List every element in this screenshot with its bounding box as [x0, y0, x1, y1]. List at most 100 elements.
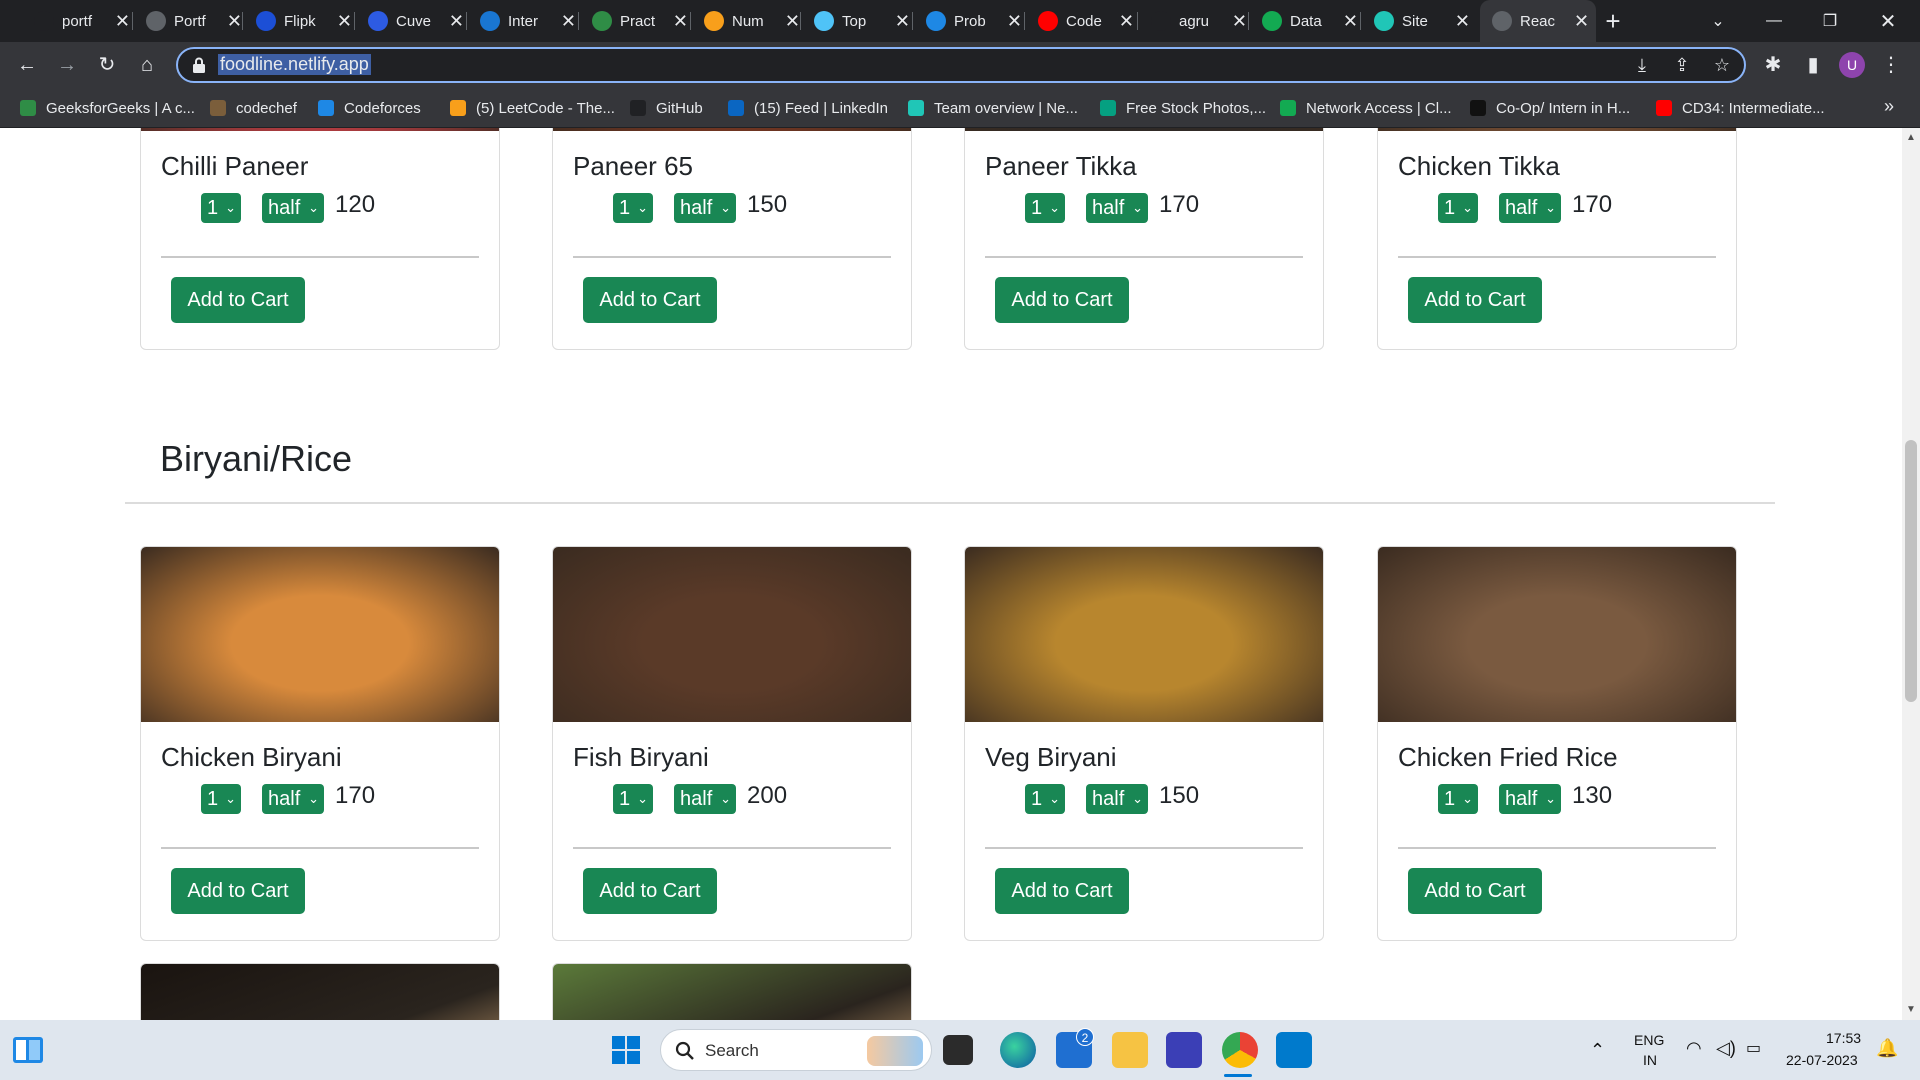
menu-icon[interactable]: ⋮ [1876, 50, 1906, 80]
file-explorer-icon[interactable] [1112, 1032, 1148, 1068]
browser-tab[interactable]: Flipk ✕ [244, 0, 352, 42]
browser-tab[interactable]: Data ✕ [1250, 0, 1358, 42]
quantity-select[interactable]: 1 ⌄ [1025, 193, 1065, 223]
quantity-select[interactable]: 1 ⌄ [613, 193, 653, 223]
volume-icon[interactable]: ◁) [1716, 1038, 1736, 1059]
quantity-select[interactable]: 1 ⌄ [1438, 193, 1478, 223]
profile-avatar[interactable]: U [1839, 52, 1865, 78]
add-to-cart-button[interactable]: Add to Cart [1408, 868, 1542, 914]
edge-icon[interactable] [1000, 1032, 1036, 1068]
notification-icon[interactable]: 🔔 [1876, 1038, 1898, 1059]
close-window-button[interactable]: ✕ [1860, 0, 1916, 42]
size-select[interactable]: half ⌄ [674, 193, 736, 223]
scrollbar-thumb[interactable] [1905, 440, 1917, 702]
browser-tab[interactable]: Code ✕ [1026, 0, 1134, 42]
quantity-select[interactable]: 1 ⌄ [201, 784, 241, 814]
bookmark-item[interactable]: codechef [210, 96, 297, 120]
chrome-icon[interactable] [1222, 1032, 1258, 1068]
new-tab-button[interactable]: + [1598, 6, 1628, 36]
size-select[interactable]: half ⌄ [262, 193, 324, 223]
bookmark-item[interactable]: (15) Feed | LinkedIn [728, 96, 888, 120]
powerautomate-icon[interactable] [1166, 1032, 1202, 1068]
close-tab-icon[interactable]: ✕ [227, 11, 242, 32]
start-icon[interactable] [612, 1036, 640, 1064]
language-bottom[interactable]: IN [1643, 1052, 1657, 1068]
battery-icon[interactable]: ▭ [1746, 1038, 1761, 1058]
quantity-select[interactable]: 1 ⌄ [613, 784, 653, 814]
page-scrollbar[interactable]: ▲ ▼ [1902, 128, 1920, 1020]
close-tab-icon[interactable]: ✕ [785, 11, 800, 32]
add-to-cart-button[interactable]: Add to Cart [1408, 277, 1542, 323]
close-tab-icon[interactable]: ✕ [895, 11, 910, 32]
close-tab-icon[interactable]: ✕ [449, 11, 464, 32]
size-select[interactable]: half ⌄ [1499, 784, 1561, 814]
install-app-icon[interactable]: ⤓ [1630, 55, 1654, 79]
reload-button[interactable]: ↻ [92, 50, 122, 80]
browser-tab[interactable]: Site ✕ [1362, 0, 1470, 42]
quantity-select[interactable]: 1 ⌄ [1025, 784, 1065, 814]
quantity-select[interactable]: 1 ⌄ [1438, 784, 1478, 814]
clock-time[interactable]: 17:53 [1826, 1030, 1861, 1046]
url-text[interactable]: foodline.netlify.app [218, 54, 371, 75]
add-to-cart-button[interactable]: Add to Cart [995, 277, 1129, 323]
tray-overflow-icon[interactable]: ⌃ [1590, 1040, 1605, 1061]
home-button[interactable]: ⌂ [132, 50, 162, 80]
close-tab-icon[interactable]: ✕ [115, 11, 130, 32]
forward-button[interactable]: → [52, 50, 82, 80]
bookmark-item[interactable]: Free Stock Photos,... [1100, 96, 1266, 120]
browser-tab[interactable]: Pract ✕ [580, 0, 688, 42]
lock-icon[interactable] [192, 57, 206, 73]
tab-search-button[interactable]: ⌄ [1690, 0, 1746, 42]
minimize-button[interactable]: — [1746, 0, 1802, 42]
bookmark-item[interactable]: GitHub [630, 96, 703, 120]
add-to-cart-button[interactable]: Add to Cart [995, 868, 1129, 914]
size-select[interactable]: half ⌄ [1086, 784, 1148, 814]
close-tab-icon[interactable]: ✕ [1007, 11, 1022, 32]
back-button[interactable]: ← [12, 50, 42, 80]
browser-tab[interactable]: Cuve ✕ [356, 0, 464, 42]
share-icon[interactable]: ⇪ [1670, 55, 1694, 79]
task-view-icon[interactable] [943, 1035, 973, 1065]
widgets-icon[interactable] [12, 1036, 44, 1064]
side-panel-icon[interactable]: ▮ [1798, 50, 1828, 80]
close-tab-icon[interactable]: ✕ [1574, 11, 1589, 32]
bookmark-item[interactable]: GeeksforGeeks | A c... [20, 96, 195, 120]
browser-tab[interactable]: Portf ✕ [134, 0, 242, 42]
restore-button[interactable]: ❐ [1802, 0, 1858, 42]
language-top[interactable]: ENG [1634, 1032, 1664, 1048]
close-tab-icon[interactable]: ✕ [673, 11, 688, 32]
extensions-icon[interactable]: ✱ [1758, 50, 1788, 80]
add-to-cart-button[interactable]: Add to Cart [171, 868, 305, 914]
bookmark-star-icon[interactable]: ☆ [1710, 55, 1734, 79]
close-tab-icon[interactable]: ✕ [1455, 11, 1470, 32]
close-tab-icon[interactable]: ✕ [1119, 11, 1134, 32]
close-tab-icon[interactable]: ✕ [1232, 11, 1247, 32]
browser-tab[interactable]: Top ✕ [802, 0, 910, 42]
browser-tab[interactable]: agru ✕ [1139, 0, 1247, 42]
clock-date[interactable]: 22-07-2023 [1786, 1052, 1858, 1068]
bookmark-item[interactable]: Co-Op/ Intern in H... [1470, 96, 1630, 120]
size-select[interactable]: half ⌄ [1499, 193, 1561, 223]
bookmark-item[interactable]: Codeforces [318, 96, 421, 120]
browser-tab[interactable]: portf ✕ [22, 0, 130, 42]
taskbar-search[interactable]: Search [660, 1029, 932, 1071]
close-tab-icon[interactable]: ✕ [561, 11, 576, 32]
bookmark-item[interactable]: (5) LeetCode - The... [450, 96, 615, 120]
wifi-icon[interactable]: ◠ [1686, 1038, 1702, 1059]
vscode-icon[interactable] [1276, 1032, 1312, 1068]
browser-tab[interactable]: Num ✕ [692, 0, 800, 42]
size-select[interactable]: half ⌄ [674, 784, 736, 814]
address-bar[interactable]: foodline.netlify.app ⤓ ⇪ ☆ [176, 47, 1746, 83]
close-tab-icon[interactable]: ✕ [1343, 11, 1358, 32]
quantity-select[interactable]: 1 ⌄ [201, 193, 241, 223]
more-bookmarks-icon[interactable]: » [1884, 96, 1894, 117]
bookmark-item[interactable]: Team overview | Ne... [908, 96, 1078, 120]
browser-tab[interactable]: Inter ✕ [468, 0, 576, 42]
close-tab-icon[interactable]: ✕ [337, 11, 352, 32]
bookmark-item[interactable]: CD34: Intermediate... [1656, 96, 1825, 120]
browser-tab[interactable]: Reac ✕ [1480, 0, 1596, 42]
add-to-cart-button[interactable]: Add to Cart [171, 277, 305, 323]
add-to-cart-button[interactable]: Add to Cart [583, 277, 717, 323]
size-select[interactable]: half ⌄ [1086, 193, 1148, 223]
size-select[interactable]: half ⌄ [262, 784, 324, 814]
